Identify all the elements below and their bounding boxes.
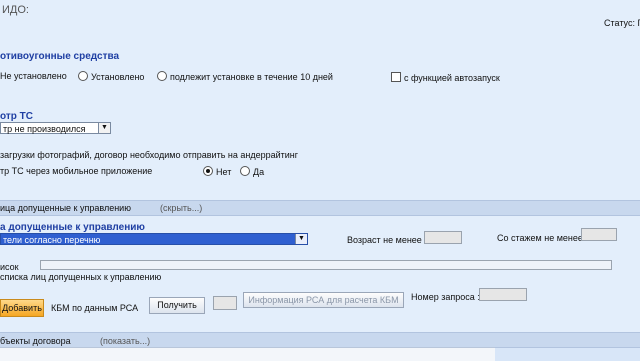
antitheft-option-installed-label: Установлено <box>91 72 145 82</box>
list-label: исок <box>0 262 19 272</box>
chevron-down-icon[interactable]: ▼ <box>295 234 307 244</box>
antitheft-option-none[interactable]: Не установлено <box>0 71 67 81</box>
drivers-toggle-link[interactable]: (скрыть...) <box>160 203 202 213</box>
drivers-select-value: тели согласно перечню <box>3 235 101 245</box>
request-number-input[interactable] <box>479 288 527 301</box>
radio-icon[interactable] <box>203 166 213 176</box>
list-sub-label: списка лиц допущенных к управлению <box>0 272 162 282</box>
mobile-option-no[interactable]: Нет <box>203 166 231 177</box>
antitheft-option-pending[interactable]: подлежит установке в течение 10 дней <box>157 71 333 82</box>
inspection-title: отр ТС <box>0 111 33 122</box>
drivers-select[interactable]: тели согласно перечню ▼ <box>0 233 308 245</box>
radio-icon[interactable] <box>78 71 88 81</box>
antitheft-title: отивоугонные средства <box>0 51 120 62</box>
page-title: ИДО: <box>2 4 29 16</box>
autostart-label: с функцией автозапуск <box>404 73 500 83</box>
mobile-inspection-label: тр ТС через мобильное приложение <box>0 166 153 176</box>
objects-section-label: бъекты договора <box>0 336 71 346</box>
chevron-down-icon[interactable]: ▼ <box>98 123 110 133</box>
rsa-info-button[interactable]: Информация РСА для расчета КБМ <box>243 292 404 308</box>
autostart-checkbox[interactable]: с функцией автозапуск <box>391 72 500 83</box>
inspection-select-value: тр не производился <box>3 124 86 134</box>
mobile-option-yes-label: Да <box>253 167 265 177</box>
status-label: Статус: Г <box>604 18 640 28</box>
radio-icon[interactable] <box>240 166 250 176</box>
mobile-option-no-label: Нет <box>216 167 232 177</box>
drivers-title: а допущенные к управлению <box>0 222 145 233</box>
drivers-section-label: ица допущенные к управлению <box>0 203 131 213</box>
status-label-text: Статус: <box>604 18 635 28</box>
get-kbm-button[interactable]: Получить <box>149 297 205 314</box>
antitheft-option-installed[interactable]: Установлено <box>78 71 144 82</box>
experience-input[interactable] <box>581 228 617 241</box>
checkbox-icon[interactable] <box>391 72 401 82</box>
list-field[interactable] <box>40 260 612 270</box>
age-label: Возраст не менее <box>347 235 422 245</box>
age-input[interactable] <box>424 231 462 244</box>
kbm-value-field <box>213 296 237 310</box>
footer-strip <box>0 347 495 361</box>
objects-section-bar <box>0 332 640 348</box>
objects-toggle-link[interactable]: (показать...) <box>100 336 150 346</box>
radio-icon[interactable] <box>157 71 167 81</box>
request-number-label: Номер запроса : <box>411 292 480 302</box>
experience-label: Со стажем не менее <box>497 233 583 243</box>
upload-note: загрузки фотографий, договор необходимо … <box>0 150 299 160</box>
antitheft-option-pending-label: подлежит установке в течение 10 дней <box>170 72 333 82</box>
kbm-label: КБМ по данным РСА <box>51 303 139 313</box>
mobile-option-yes[interactable]: Да <box>240 166 264 177</box>
inspection-select[interactable]: тр не производился ▼ <box>0 122 111 134</box>
add-button[interactable]: Добавить <box>0 299 44 317</box>
antitheft-option-none-label: Не установлено <box>0 71 67 81</box>
